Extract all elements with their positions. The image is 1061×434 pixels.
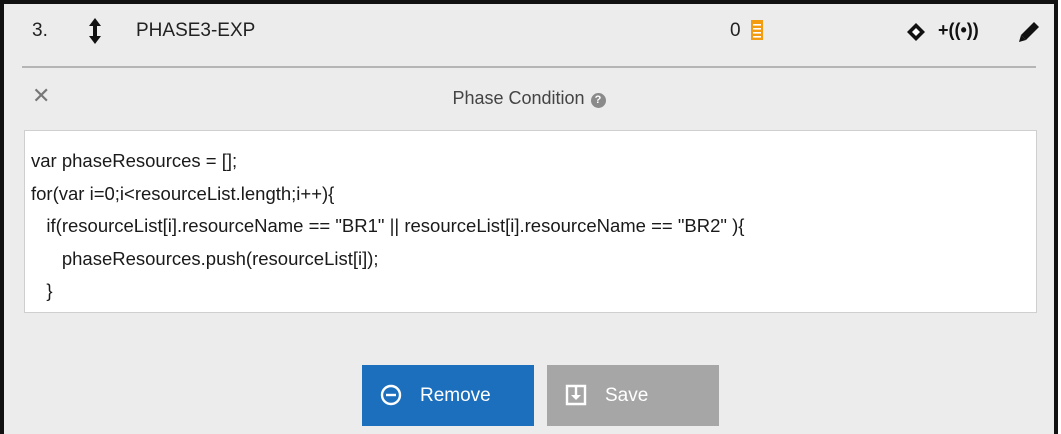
remove-button[interactable]: Remove [362, 365, 534, 426]
code-line: } [31, 280, 53, 301]
code-line: for(var i=0;i<resourceList.length;i++){ [31, 182, 335, 204]
condition-title: Phase Condition [452, 88, 585, 108]
save-icon [565, 384, 587, 406]
phase-name: PHASE3-EXP [136, 20, 256, 41]
code-line: var phaseResources = []; [31, 150, 238, 171]
phase-number: 3. [32, 20, 48, 41]
diamond-icon[interactable] [906, 22, 926, 42]
phase-row: 3. PHASE3-EXP 0 +((•)) [4, 4, 1054, 66]
condition-title-wrap: Phase Condition? [4, 88, 1054, 109]
save-button-label: Save [605, 385, 649, 406]
up-down-arrow-icon[interactable] [88, 18, 102, 44]
document-icon[interactable] [751, 20, 763, 40]
minus-circle-icon [380, 384, 402, 406]
pencil-icon[interactable] [1018, 21, 1040, 43]
code-line: if(resourceList[i].resourceName == "BR1"… [31, 215, 745, 236]
broadcast-icon[interactable]: +((•)) [938, 20, 979, 41]
remove-button-label: Remove [420, 385, 491, 406]
code-line: phaseResources.push(resourceList[i]); [31, 247, 379, 269]
phase-panel: 3. PHASE3-EXP 0 +((•)) ✕ Phase Condition… [0, 0, 1058, 434]
help-icon[interactable]: ? [590, 93, 606, 108]
condition-code-editor[interactable]: var phaseResources = []; for(var i=0;i<r… [24, 130, 1037, 313]
save-button[interactable]: Save [547, 365, 719, 426]
phase-count: 0 [730, 20, 741, 41]
condition-header: ✕ Phase Condition? [4, 68, 1054, 130]
